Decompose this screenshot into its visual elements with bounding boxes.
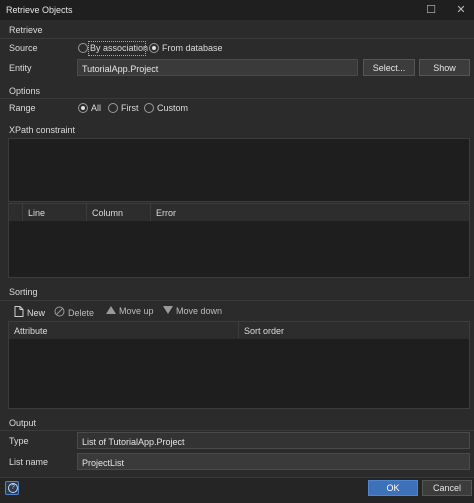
move-down-button[interactable]: Move down xyxy=(163,306,222,316)
range-all-label[interactable]: All xyxy=(91,103,101,113)
sorting-section-label: Sorting xyxy=(9,287,38,297)
range-custom-label[interactable]: Custom xyxy=(157,103,188,113)
sorting-list[interactable]: Attribute Sort order xyxy=(8,321,470,409)
source-by-association-label[interactable]: By association xyxy=(90,43,148,53)
title-bar: Retrieve Objects ☐ ✕ xyxy=(0,0,474,20)
new-button[interactable]: New xyxy=(14,306,45,319)
close-icon[interactable]: ✕ xyxy=(454,3,468,17)
show-button[interactable]: Show xyxy=(419,59,470,76)
column-header-sort-order[interactable]: Sort order xyxy=(239,322,469,339)
row-header-cell xyxy=(9,204,23,221)
delete-icon xyxy=(54,306,65,319)
delete-label: Delete xyxy=(68,307,95,318)
range-custom-radio[interactable] xyxy=(144,103,154,113)
triangle-up-icon xyxy=(106,306,116,316)
move-down-label: Move down xyxy=(176,306,223,316)
xpath-constraint-label: XPath constraint xyxy=(9,125,76,135)
retrieve-section-label: Retrieve xyxy=(9,25,43,35)
column-header-line[interactable]: Line xyxy=(23,204,87,221)
divider xyxy=(0,430,474,431)
error-list: Line Column Error xyxy=(8,203,470,278)
delete-button[interactable]: Delete xyxy=(54,306,94,319)
new-document-icon xyxy=(14,306,24,319)
entity-field[interactable]: TutorialApp.Project xyxy=(77,59,358,76)
output-section-label: Output xyxy=(9,418,37,428)
help-button[interactable]: ? xyxy=(5,481,19,495)
source-by-association-radio[interactable] xyxy=(78,43,88,53)
range-first-label[interactable]: First xyxy=(121,103,139,113)
xpath-editor[interactable] xyxy=(8,138,470,202)
move-up-button[interactable]: Move up xyxy=(106,306,154,316)
list-name-label: List name xyxy=(9,457,49,467)
new-label: New xyxy=(27,307,46,318)
cancel-button[interactable]: Cancel xyxy=(422,480,472,496)
divider xyxy=(0,300,474,301)
window-title: Retrieve Objects xyxy=(6,5,73,15)
column-header-column[interactable]: Column xyxy=(87,204,151,221)
move-up-label: Move up xyxy=(119,306,154,316)
help-icon: ? xyxy=(8,483,18,493)
divider xyxy=(0,38,474,39)
type-label: Type xyxy=(9,436,29,446)
options-section-label: Options xyxy=(9,86,41,96)
triangle-down-icon xyxy=(163,306,173,316)
range-first-radio[interactable] xyxy=(108,103,118,113)
range-all-radio[interactable] xyxy=(78,103,88,113)
entity-label: Entity xyxy=(9,63,32,73)
output-type-field: List of TutorialApp.Project xyxy=(77,432,470,449)
list-name-field[interactable]: ProjectList xyxy=(77,453,470,470)
range-label: Range xyxy=(9,103,36,113)
column-header-error[interactable]: Error xyxy=(151,204,469,221)
select-button[interactable]: Select... xyxy=(363,59,415,76)
source-label: Source xyxy=(9,43,38,53)
maximize-icon[interactable]: ☐ xyxy=(424,3,438,17)
divider xyxy=(0,98,474,99)
source-from-database-label[interactable]: From database xyxy=(162,43,223,53)
ok-button[interactable]: OK xyxy=(368,480,418,496)
column-header-attribute[interactable]: Attribute xyxy=(9,322,239,339)
source-from-database-radio[interactable] xyxy=(149,43,159,53)
